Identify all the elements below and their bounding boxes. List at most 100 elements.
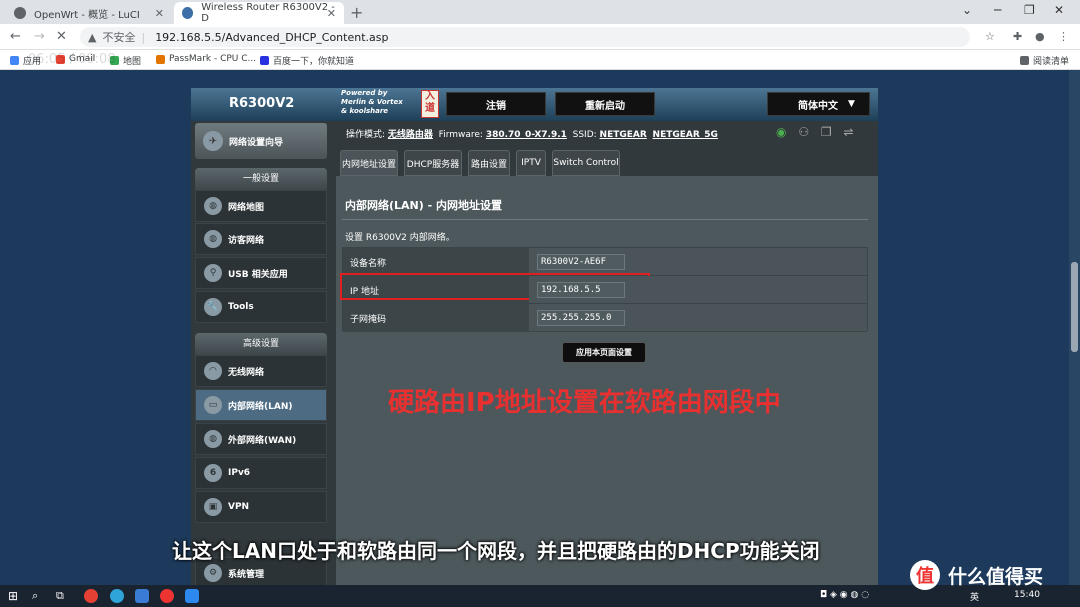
close-window-icon[interactable]: ✕ [1054,3,1064,17]
status-line: 操作模式: 无线路由器 Firmware: 380.70_0-X7.9.1 SS… [346,130,718,140]
url-input[interactable]: ▲ 不安全 | 192.168.5.5/Advanced_DHCP_Conten… [80,27,970,47]
chrome-taskbar-icon[interactable] [84,589,98,603]
firmware-link[interactable]: 380.70_0-X7.9.1 [486,130,567,140]
table-row: 子网掩码 255.255.255.0 [343,304,867,332]
lan-fields-table: 设备名称 R6300V2-AE6F IP 地址 192.168.5.5 子网掩码… [340,247,868,332]
scrollbar-thumb[interactable] [1071,262,1078,352]
lan-settings-panel: 内部网络(LAN) - 内网地址设置 设置 R6300V2 内部网络。 设备名称… [336,176,878,585]
windows-start-icon[interactable]: ⊞ [8,589,22,603]
extensions-icon[interactable]: ✚ [1013,30,1022,43]
wifi-status-icon[interactable]: ◉ [776,125,786,139]
stop-loading-icon[interactable]: ✕ [56,29,67,44]
sidebar-item-network-map[interactable]: ◍ 网络地图 [195,190,327,222]
usb-status-icon[interactable]: ⇌ [844,125,854,139]
divider [342,219,868,220]
bookmark-reading-list[interactable]: 阅读清单 [1020,54,1069,67]
vpn-icon: ▣ [204,498,222,516]
sidebar-item-tools[interactable]: 🔧 Tools [195,291,327,323]
close-tab-icon[interactable]: ✕ [327,7,336,20]
bookmarks-bar: 应用 Gmail 地图 PassMark - CPU C... 百度一下，你就知… [0,50,1080,70]
tab-iptv[interactable]: IPTV [516,150,546,176]
status-icons: ◉ ⚇ ❐ ⇌ [776,125,862,139]
browser-tab-router[interactable]: Wireless Router R6300V2 - D ✕ [174,2,344,24]
wizard-icon: ✈ [203,131,223,151]
wrench-icon: 🔧 [204,298,222,316]
search-icon[interactable]: ⌕ [32,589,46,603]
field-label: 子网掩码 [350,315,387,325]
forward-icon[interactable]: → [34,29,45,44]
ssid-link[interactable]: NETGEAR [600,130,647,140]
router-main: 操作模式: 无线路由器 Firmware: 380.70_0-X7.9.1 SS… [336,121,878,585]
tab-route[interactable]: 路由设置 [468,150,510,176]
sidebar-item-ipv6[interactable]: 6 IPv6 [195,457,327,489]
maximize-icon[interactable]: ❐ [1024,3,1035,17]
record-taskbar-icon[interactable] [160,589,174,603]
sidebar-item-usb[interactable]: ⚲ USB 相关应用 [195,257,327,289]
clients-icon[interactable]: ⚇ [798,125,809,139]
gear-icon: ⚙ [204,564,222,582]
minimize-icon[interactable]: ─ [994,3,1001,17]
sidebar-item-wan[interactable]: ◍ 外部网络(WAN) [195,423,327,455]
router-header: R6300V2 Powered by Merlin & Vortex & koo… [191,88,878,121]
globe-icon: ◍ [204,197,222,215]
sidebar-item-guest-network[interactable]: ◍ 访客网络 [195,223,327,255]
baidu-icon [260,56,269,65]
input-language[interactable]: 英 [970,590,979,603]
page-scrollbar[interactable] [1069,70,1080,585]
app-taskbar-icon[interactable] [135,589,149,603]
new-tab-button[interactable]: + [350,3,363,22]
ip-address-input[interactable]: 192.168.5.5 [537,282,625,298]
close-tab-icon[interactable]: ✕ [155,7,164,20]
url-text: 192.168.5.5/Advanced_DHCP_Content.asp [155,30,389,44]
apply-button[interactable]: 应用本页面设置 [562,342,646,363]
tab-search-icon[interactable]: ⌄ [962,3,972,17]
usb-icon: ⚲ [204,264,222,282]
router-favicon-icon [182,7,194,19]
browser-tab-openwrt[interactable]: OpenWrt - 概览 - LuCI ✕ [6,2,172,24]
reboot-button[interactable]: 重新启动 [555,92,655,116]
apps-grid-icon [10,56,19,65]
clock[interactable]: 15:40 [1014,590,1040,600]
bookmark-passmark[interactable]: PassMark - CPU C... [156,54,256,64]
sidebar-item-lan[interactable]: ▭ 内部网络(LAN) [195,389,327,421]
menu-icon[interactable]: ⋮ [1058,30,1069,43]
device-name-input[interactable]: R6300V2-AE6F [537,254,625,270]
web-page: R6300V2 Powered by Merlin & Vortex & koo… [0,70,1080,589]
merlin-logo: Powered by Merlin & Vortex & koolshare 入… [301,88,439,121]
tab-dhcp-server[interactable]: DHCP服务器 [404,150,462,176]
smzdm-logo-icon: 值 [910,560,940,590]
koolshare-seal-icon: 入道 [421,90,439,118]
subnet-mask-input[interactable]: 255.255.255.0 [537,310,625,326]
lan-icon: ▭ [204,396,222,414]
tab-switch-control[interactable]: Switch Control [552,150,620,176]
table-row: IP 地址 192.168.5.5 [340,273,867,304]
browser-tab-bar: OpenWrt - 概览 - LuCI ✕ Wireless Router R6… [0,0,1080,24]
edge-taskbar-icon[interactable] [110,589,124,603]
tab-lan-ip[interactable]: 内网地址设置 [340,150,398,176]
copy-icon[interactable]: ❐ [821,125,832,139]
back-icon[interactable]: ← [10,29,21,44]
table-row: 设备名称 R6300V2-AE6F [343,248,867,276]
ssid-5g-link[interactable]: NETGEAR_5G [653,130,718,140]
bookmark-star-icon[interactable]: ☆ [985,30,995,43]
annotation-overlay: 硬路由IP地址设置在软路由网段中 [388,388,781,418]
video-subtitle: 让这个LAN口处于和软路由同一个网段，并且把硬路由的DHCP功能关闭 [172,539,820,563]
operation-mode-link[interactable]: 无线路由器 [388,130,433,140]
profile-icon[interactable]: ● [1035,30,1045,43]
field-label: IP 地址 [350,287,379,297]
tab-title: Wireless Router R6300V2 - D [201,2,335,24]
ipv6-icon: 6 [204,464,222,482]
sidebar-item-wireless[interactable]: ◠ 无线网络 [195,355,327,387]
task-view-icon[interactable]: ⧉ [56,589,70,603]
language-select[interactable]: 简体中文 ▼ [767,92,870,116]
wan-globe-icon: ◍ [204,430,222,448]
tray-icons[interactable]: ◘ ◈ ◉ ◍ ◌ [820,590,869,600]
explorer-taskbar-icon[interactable] [185,589,199,603]
openwrt-favicon-icon [14,7,26,19]
guest-globe-icon: ◍ [204,230,222,248]
sidebar-item-wizard[interactable]: ✈ 网络设置向导 [195,123,327,159]
sidebar-item-vpn[interactable]: ▣ VPN [195,491,327,523]
logout-button[interactable]: 注销 [446,92,546,116]
router-admin-ui: R6300V2 Powered by Merlin & Vortex & koo… [191,88,878,589]
bookmark-baidu[interactable]: 百度一下，你就知道 [260,54,354,67]
